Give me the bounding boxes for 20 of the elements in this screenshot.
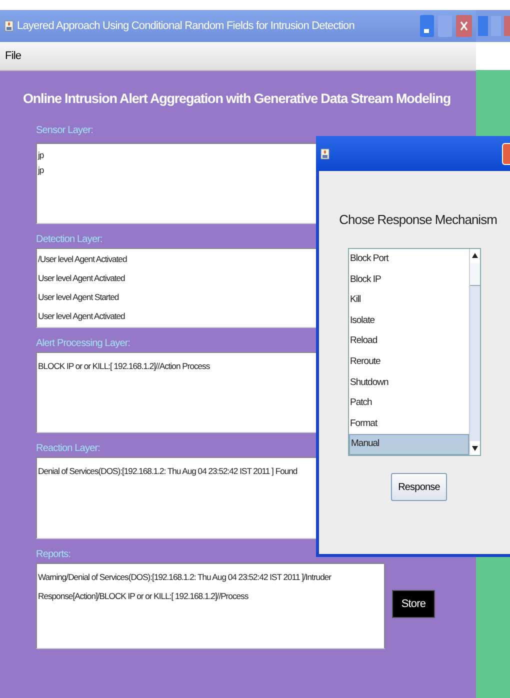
section-label: Alert Processing Layer: xyxy=(36,337,130,351)
response-button[interactable]: Response xyxy=(391,473,447,501)
store-button[interactable]: Store xyxy=(392,590,435,618)
menu-item[interactable]: File xyxy=(5,50,22,62)
page-heading: Online Intrusion Alert Aggregation with Generative Data Stream Modeling xyxy=(23,91,452,106)
window-title: Layered Approach Using Conditional Random Fields for Intrusion Detection xyxy=(17,20,354,32)
section-label: Reports: xyxy=(36,548,71,562)
coffee-cup-icon xyxy=(320,148,330,160)
list-item[interactable]: Reload xyxy=(349,331,469,352)
list-item[interactable]: Manual xyxy=(349,434,469,455)
section-label: Sensor Layer: xyxy=(36,124,94,138)
minimize-button[interactable] xyxy=(420,15,434,37)
scrollbar[interactable] xyxy=(469,249,480,455)
close-icon xyxy=(460,20,468,30)
text-area[interactable]: Warning/Denial of Services(DOS):[192.168.1.2: Thu Aug 04 23:52:42 IST 2011 ]/Intruder Response[Action]/BLOCK IP or or KILL:[ 192.168.1.2]//Process xyxy=(36,563,385,649)
section-label: Detection Layer: xyxy=(36,233,102,247)
section-label: Reaction Layer: xyxy=(36,442,100,456)
coffee-cup-icon xyxy=(4,20,14,32)
close-button[interactable] xyxy=(456,15,472,37)
scroll-thumb[interactable] xyxy=(470,263,480,286)
